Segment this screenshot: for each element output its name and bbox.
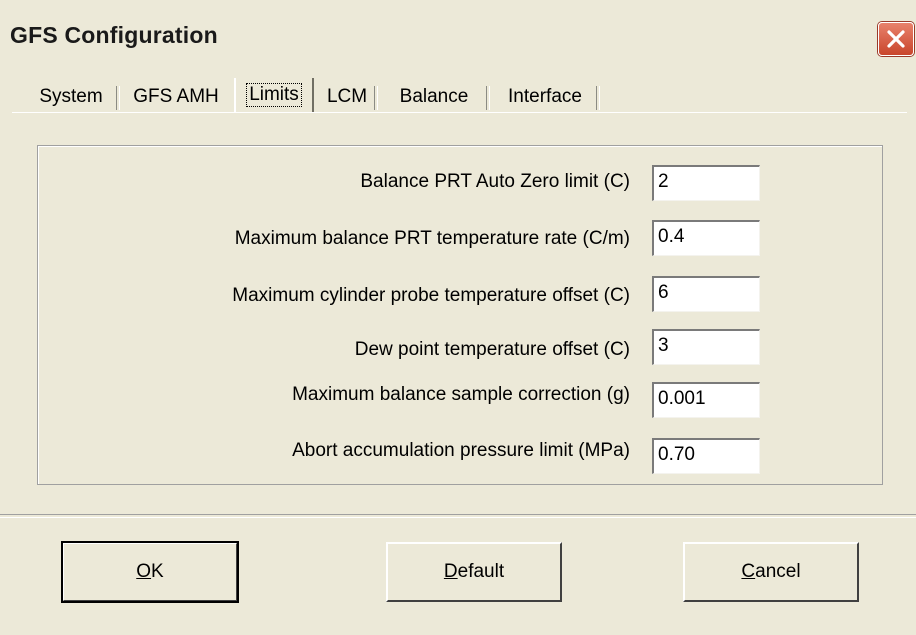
tab-lcm[interactable]: LCM bbox=[316, 82, 378, 112]
tab-label: System bbox=[39, 86, 103, 107]
cancel-mnemonic: C bbox=[741, 561, 756, 582]
auto-zero-limit-field[interactable]: 2 bbox=[652, 165, 760, 201]
ok-button[interactable]: OK bbox=[61, 541, 239, 603]
default-label-rest: efault bbox=[457, 561, 505, 582]
prt-temperature-rate-field[interactable]: 0.4 bbox=[652, 220, 760, 256]
dialog-window: GFS Configuration System GFS AMH Limits … bbox=[0, 0, 916, 635]
dew-point-offset-label: Dew point temperature offset (C) bbox=[354, 339, 630, 360]
tab-limits[interactable]: Limits bbox=[234, 78, 314, 112]
default-mnemonic: D bbox=[443, 561, 458, 582]
prt-temperature-rate-label: Maximum balance PRT temperature rate (C/… bbox=[234, 228, 630, 249]
tab-interface[interactable]: Interface bbox=[490, 82, 600, 112]
tab-label: GFS AMH bbox=[133, 86, 219, 107]
tab-label: LCM bbox=[326, 86, 368, 107]
divider bbox=[0, 514, 916, 518]
sample-correction-label: Maximum balance sample correction (g) bbox=[292, 384, 630, 405]
title-bar[interactable]: GFS Configuration bbox=[0, 0, 916, 68]
accumulation-pressure-label: Abort accumulation pressure limit (MPa) bbox=[292, 440, 630, 461]
tab-balance[interactable]: Balance bbox=[378, 82, 490, 112]
tab-label: Limits bbox=[246, 83, 302, 107]
tab-gfs-amh[interactable]: GFS AMH bbox=[120, 82, 232, 112]
dew-point-offset-field[interactable]: 3 bbox=[652, 329, 760, 365]
accumulation-pressure-field[interactable]: 0.70 bbox=[652, 438, 760, 474]
close-button[interactable] bbox=[878, 22, 914, 56]
cancel-label-rest: ancel bbox=[755, 561, 801, 582]
close-icon bbox=[887, 30, 905, 48]
auto-zero-limit-label: Balance PRT Auto Zero limit (C) bbox=[360, 171, 630, 192]
ok-label-rest: K bbox=[151, 561, 164, 582]
window-title: GFS Configuration bbox=[10, 22, 218, 48]
default-button[interactable]: Default bbox=[386, 542, 562, 602]
cylinder-probe-offset-label: Maximum cylinder probe temperature offse… bbox=[232, 285, 630, 306]
sample-correction-field[interactable]: 0.001 bbox=[652, 382, 760, 418]
ok-mnemonic: O bbox=[136, 561, 152, 582]
cylinder-probe-offset-field[interactable]: 6 bbox=[652, 276, 760, 312]
tab-system[interactable]: System bbox=[22, 82, 120, 112]
tab-label: Balance bbox=[399, 86, 469, 107]
tab-label: Interface bbox=[508, 86, 582, 107]
cancel-button[interactable]: Cancel bbox=[683, 542, 859, 602]
